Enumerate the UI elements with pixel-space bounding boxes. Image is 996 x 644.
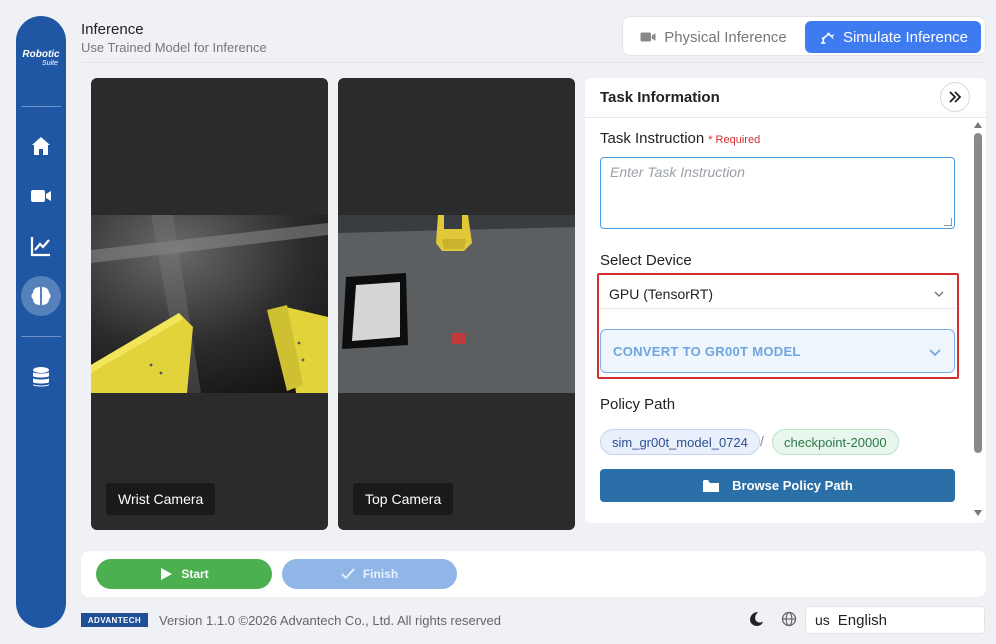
folder-icon — [703, 479, 720, 492]
finish-button[interactable]: Finish — [282, 559, 457, 589]
sidebar-item-analytics[interactable] — [21, 226, 61, 266]
inference-mode-switch: Physical Inference Simulate Inference — [622, 16, 986, 56]
wrist-camera-label: Wrist Camera — [106, 483, 216, 515]
chevron-down-icon — [929, 349, 941, 357]
app-logo: Robotic Suite — [16, 49, 66, 68]
sidebar: Robotic Suite — [16, 16, 66, 628]
browse-policy-path-label: Browse Policy Path — [732, 478, 853, 493]
policy-path-separator: / — [760, 433, 764, 449]
language-select[interactable]: us English — [805, 606, 985, 634]
language-code: us — [815, 612, 830, 628]
collapse-panel-button[interactable] — [940, 82, 970, 112]
top-camera-view: Top Camera — [338, 78, 575, 530]
video-camera-icon — [640, 32, 656, 42]
language-label: English — [837, 611, 887, 629]
home-icon — [32, 137, 50, 155]
start-label: Start — [181, 567, 209, 581]
chevron-down-icon — [934, 291, 944, 297]
globe-icon — [781, 611, 797, 627]
task-instruction-placeholder: Enter Task Instruction — [610, 164, 745, 180]
select-device-label: Select Device — [600, 252, 692, 269]
device-select-value: GPU (TensorRT) — [609, 285, 713, 302]
scroll-down-icon[interactable] — [974, 510, 982, 516]
start-button[interactable]: Start — [96, 559, 272, 589]
sidebar-item-home[interactable] — [21, 126, 61, 166]
scrollbar-thumb[interactable] — [974, 133, 982, 453]
browse-policy-path-button[interactable]: Browse Policy Path — [600, 469, 955, 502]
sidebar-item-inference[interactable] — [21, 276, 61, 316]
header-divider — [81, 62, 986, 63]
resize-handle[interactable] — [944, 218, 952, 226]
page-title: Inference — [81, 21, 144, 38]
page-subtitle: Use Trained Model for Inference — [81, 40, 267, 55]
policy-checkpoint-chip[interactable]: checkpoint-20000 — [772, 429, 899, 455]
logo-line2: Suite — [42, 60, 58, 67]
task-panel-title: Task Information — [600, 89, 720, 106]
advantech-logo: ADVANTECH — [81, 613, 148, 627]
task-panel-header: Task Information — [585, 78, 986, 118]
simulate-inference-tab[interactable]: Simulate Inference — [805, 21, 981, 53]
simulate-inference-label: Simulate Inference — [842, 28, 969, 46]
sidebar-item-recording[interactable] — [21, 176, 61, 216]
policy-path-label: Policy Path — [600, 396, 676, 413]
device-select[interactable]: GPU (TensorRT) — [600, 279, 955, 309]
robot-arm-icon — [820, 32, 835, 44]
task-information-panel: Task Information Task Instruction * Requi… — [585, 78, 986, 523]
logo-line1: Robotic — [22, 49, 60, 60]
scroll-up-icon[interactable] — [974, 122, 982, 128]
task-instruction-label: Task Instruction * Required — [600, 130, 760, 147]
moon-icon[interactable] — [747, 610, 765, 628]
convert-model-expander[interactable]: CONVERT TO GR00T MODEL — [600, 329, 955, 373]
top-camera-label: Top Camera — [353, 483, 454, 515]
version-text: Version 1.1.0 ©2026 Advantech Co., Ltd. … — [159, 613, 502, 628]
video-camera-icon — [31, 190, 51, 202]
play-icon — [161, 568, 173, 580]
top-camera-feed — [338, 215, 575, 393]
sidebar-item-data[interactable] — [21, 357, 61, 397]
wrist-camera-view: Wrist Camera — [91, 78, 328, 530]
sidebar-divider — [21, 106, 61, 107]
database-icon — [33, 367, 49, 387]
policy-model-chip[interactable]: sim_gr00t_model_0724 — [600, 429, 760, 455]
required-marker: * Required — [708, 134, 761, 146]
wrist-camera-feed — [91, 215, 328, 393]
physical-inference-tab[interactable]: Physical Inference — [627, 21, 799, 53]
checkmark-icon — [341, 568, 355, 580]
convert-model-label: CONVERT TO GR00T MODEL — [613, 343, 801, 359]
top-camera-image — [338, 215, 575, 393]
inference-controls-bar: Start Finish — [81, 551, 986, 597]
wrist-camera-image — [91, 215, 328, 393]
sidebar-divider — [21, 336, 61, 337]
finish-label: Finish — [362, 567, 399, 581]
task-instruction-input[interactable]: Enter Task Instruction — [600, 157, 955, 229]
chevrons-right-icon — [949, 91, 962, 103]
brain-icon — [31, 287, 51, 305]
physical-inference-label: Physical Inference — [664, 28, 787, 46]
chart-line-icon — [30, 237, 50, 257]
task-instruction-label-text: Task Instruction — [600, 130, 705, 147]
panel-scrollbar[interactable] — [972, 120, 984, 520]
